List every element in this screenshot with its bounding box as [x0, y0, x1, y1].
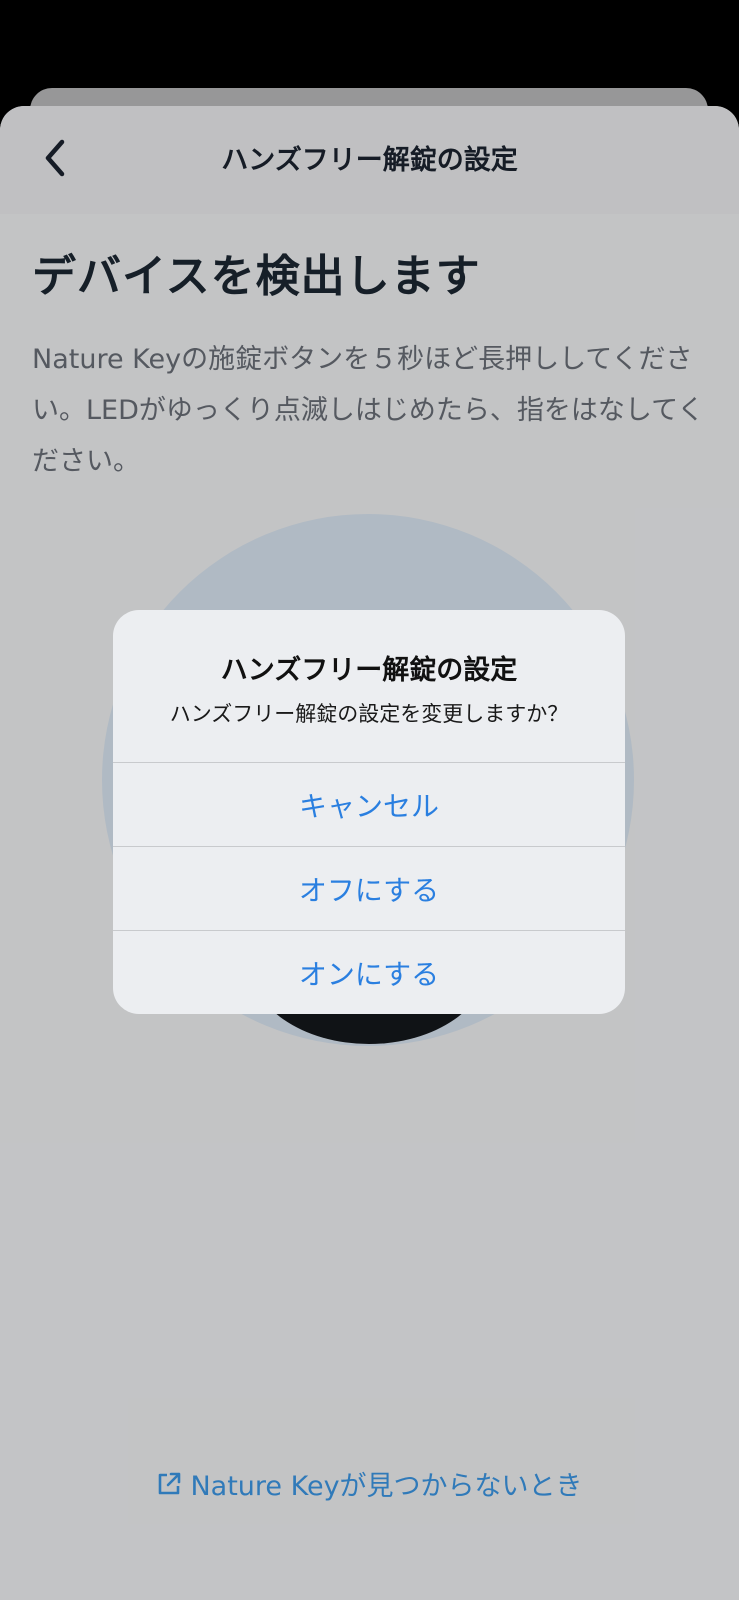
cancel-button[interactable]: キャンセル: [113, 762, 625, 847]
turn-on-button[interactable]: オンにする: [113, 930, 625, 1014]
alert-dialog: ハンズフリー解錠の設定 ハンズフリー解錠の設定を変更しますか？ キャンセル オフ…: [113, 610, 625, 1014]
alert-message: ハンズフリー解錠の設定を変更しますか？: [169, 702, 569, 726]
alert-title: ハンズフリー解錠の設定: [220, 655, 518, 686]
turn-off-button[interactable]: オフにする: [113, 846, 625, 931]
